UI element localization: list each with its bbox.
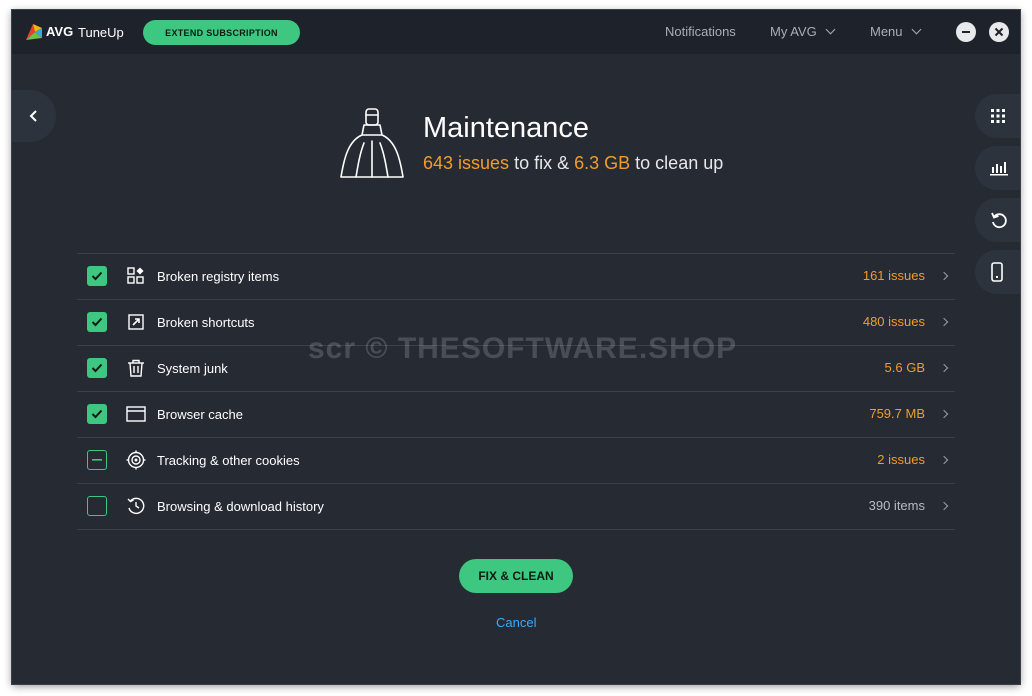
my-avg-menu[interactable]: My AVG xyxy=(770,24,836,39)
chevron-right-icon xyxy=(939,271,949,281)
checkmark-icon xyxy=(91,317,103,327)
list-item-browser-cache[interactable]: Browser cache 759.7 MB xyxy=(77,391,955,437)
item-value: 390 items xyxy=(868,498,925,513)
item-label: Browsing & download history xyxy=(157,499,324,514)
close-button[interactable] xyxy=(989,22,1009,42)
checkbox[interactable] xyxy=(87,312,107,332)
item-label: Broken registry items xyxy=(157,269,280,284)
trash-icon xyxy=(128,359,144,377)
item-value: 161 issues xyxy=(862,268,925,283)
bar-chart-icon xyxy=(990,162,1008,176)
extend-subscription-button[interactable]: EXTEND SUBSCRIPTION xyxy=(143,20,300,45)
minimize-icon xyxy=(962,31,970,33)
close-icon xyxy=(994,27,1004,37)
item-label: System junk xyxy=(157,361,228,376)
app-window: AVG TuneUp EXTEND SUBSCRIPTION Notificat… xyxy=(12,10,1020,684)
chevron-right-icon xyxy=(939,363,949,373)
item-label: Tracking & other cookies xyxy=(157,453,300,468)
smartphone-icon xyxy=(991,262,1003,282)
checkbox[interactable] xyxy=(87,266,107,286)
main-menu[interactable]: Menu xyxy=(870,24,921,39)
chevron-right-icon xyxy=(939,501,949,511)
notifications-label: Notifications xyxy=(665,24,736,39)
browser-window-icon xyxy=(126,406,146,422)
chevron-down-icon xyxy=(911,24,921,35)
rescue-center-button[interactable] xyxy=(975,198,1020,242)
indeterminate-icon xyxy=(92,459,102,461)
checkmark-icon xyxy=(91,409,103,419)
chevron-right-icon xyxy=(939,455,949,465)
item-value: 759.7 MB xyxy=(869,406,925,421)
item-label: Broken shortcuts xyxy=(157,315,255,330)
apps-grid-button[interactable] xyxy=(975,94,1020,138)
summary-mid-text: to fix & xyxy=(514,153,570,173)
target-icon xyxy=(126,450,146,470)
checkmark-icon xyxy=(91,271,103,281)
grid-icon xyxy=(991,109,1005,123)
performance-button[interactable] xyxy=(975,146,1020,190)
registry-icon xyxy=(127,267,144,284)
list-item-browsing-history[interactable]: Browsing & download history 390 items xyxy=(77,483,955,530)
chevron-left-icon xyxy=(29,110,37,122)
item-value: 480 issues xyxy=(862,314,925,329)
product-name: TuneUp xyxy=(78,25,124,40)
maintenance-list: Broken registry items 161 issues Broken … xyxy=(77,253,955,530)
item-value: 5.6 GB xyxy=(884,360,925,375)
summary-end-text: to clean up xyxy=(635,153,724,173)
shortcut-icon xyxy=(128,314,144,330)
avg-logo xyxy=(26,24,42,40)
broom-icon xyxy=(340,108,404,178)
list-item-broken-registry[interactable]: Broken registry items 161 issues xyxy=(77,253,955,299)
item-label: Browser cache xyxy=(157,407,243,422)
summary-text: 643 issues to fix & 6.3 GB to clean up xyxy=(423,153,723,174)
checkmark-icon xyxy=(91,363,103,373)
item-value: 2 issues xyxy=(877,452,925,467)
back-button[interactable] xyxy=(12,90,56,142)
my-avg-label: My AVG xyxy=(770,24,817,39)
checkbox[interactable] xyxy=(87,450,107,470)
history-icon xyxy=(127,497,145,515)
checkbox[interactable] xyxy=(87,404,107,424)
brand-name: AVG xyxy=(46,24,74,39)
undo-icon xyxy=(991,212,1007,229)
chevron-down-icon xyxy=(825,24,836,35)
checkbox[interactable] xyxy=(87,358,107,378)
list-item-tracking-cookies[interactable]: Tracking & other cookies 2 issues xyxy=(77,437,955,483)
chevron-right-icon xyxy=(939,409,949,419)
cleanup-size: 6.3 GB xyxy=(574,153,631,173)
checkbox[interactable] xyxy=(87,496,107,516)
issues-count: 643 issues xyxy=(423,153,510,173)
watermark: scr © THESOFTWARE.SHOP xyxy=(308,332,738,365)
fix-and-clean-button[interactable]: FIX & CLEAN xyxy=(459,559,573,593)
menu-label: Menu xyxy=(870,24,903,39)
chevron-right-icon xyxy=(939,317,949,327)
title-bar: AVG TuneUp EXTEND SUBSCRIPTION Notificat… xyxy=(12,10,1020,54)
cancel-link[interactable]: Cancel xyxy=(496,615,536,630)
minimize-button[interactable] xyxy=(956,22,976,42)
mobile-button[interactable] xyxy=(975,250,1020,294)
page-title: Maintenance xyxy=(423,112,590,144)
notifications-link[interactable]: Notifications xyxy=(665,24,736,39)
